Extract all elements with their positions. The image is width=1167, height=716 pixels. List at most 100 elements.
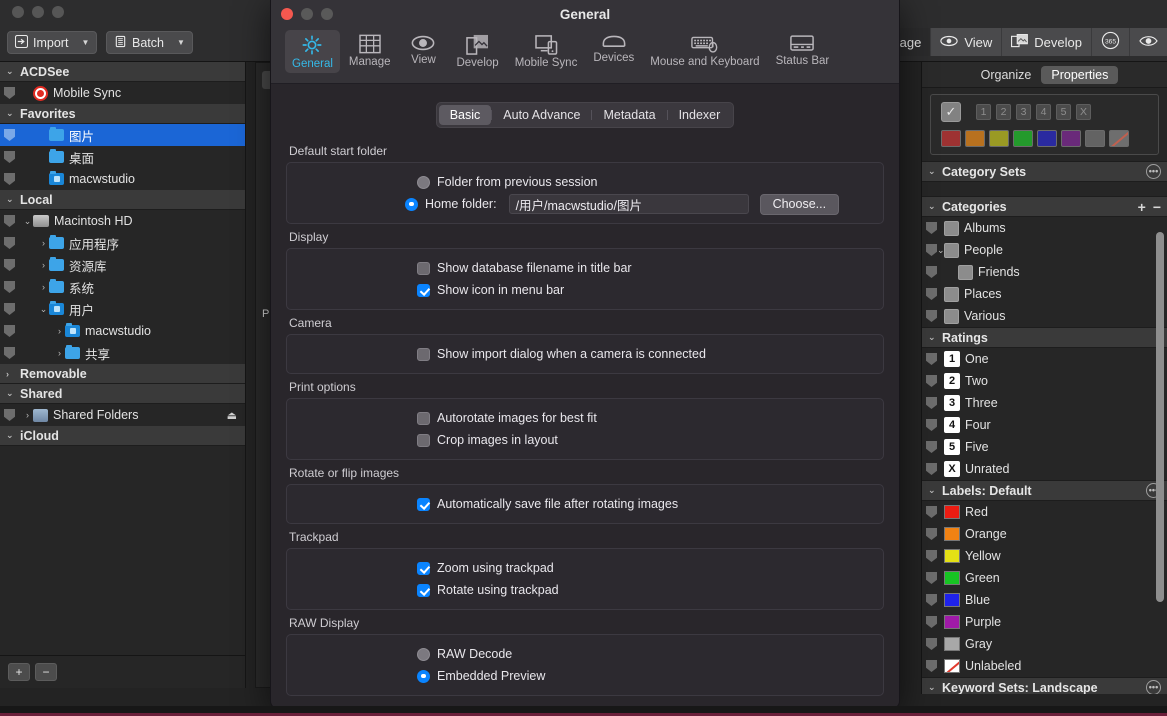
rating-chip-5[interactable]: 5: [1056, 104, 1071, 120]
checkbox-automatically-save-file-after-rotating-images[interactable]: [417, 497, 430, 511]
pref-tool-devices[interactable]: Devices: [586, 30, 641, 67]
category-checkbox[interactable]: [958, 264, 973, 280]
batch-button[interactable]: Batch ▼: [106, 31, 193, 54]
tab-properties[interactable]: Properties: [1041, 65, 1119, 84]
check-chip[interactable]: ✓: [941, 102, 961, 122]
chevron-icon[interactable]: ⌄: [6, 66, 20, 77]
chevron-icon[interactable]: ⌄: [928, 166, 942, 177]
section-header-category-sets[interactable]: ⌄ Category Sets •••: [922, 161, 1167, 182]
sidebar-item-资源库[interactable]: › 资源库: [0, 254, 245, 276]
panel-row-three[interactable]: 3 Three: [922, 392, 1167, 414]
pref-tab-auto-advance[interactable]: Auto Advance: [492, 105, 591, 125]
category-checkbox[interactable]: [944, 308, 959, 324]
panel-row-various[interactable]: Various: [922, 305, 1167, 327]
shield-icon[interactable]: [926, 463, 937, 475]
shield-icon[interactable]: [4, 173, 15, 185]
panel-row-red[interactable]: Red: [922, 501, 1167, 523]
panel-row-gray[interactable]: Gray: [922, 633, 1167, 655]
shield-icon[interactable]: [926, 528, 937, 540]
panel-row-albums[interactable]: Albums: [922, 217, 1167, 239]
maximize-button[interactable]: [52, 6, 64, 18]
panel-row-people[interactable]: ⌄ People: [922, 239, 1167, 261]
sidebar-item-macwstudio[interactable]: › macwstudio: [0, 320, 245, 342]
shield-icon[interactable]: [926, 310, 937, 322]
shield-icon[interactable]: [926, 222, 937, 234]
chevron-down-icon[interactable]: ▼: [81, 38, 89, 47]
rating-chip-1[interactable]: 1: [976, 104, 991, 120]
radio-home-folder[interactable]: [405, 197, 418, 211]
panel-row-places[interactable]: Places: [922, 283, 1167, 305]
category-checkbox[interactable]: [944, 286, 959, 302]
pref-tab-indexer[interactable]: Indexer: [668, 105, 732, 125]
label-swatch-red[interactable]: [944, 505, 960, 519]
remove-category-button[interactable]: −: [1153, 199, 1161, 215]
panel-row-orange[interactable]: Orange: [922, 523, 1167, 545]
dialog-close-button[interactable]: [281, 8, 293, 20]
panel-row-one[interactable]: 1 One: [922, 348, 1167, 370]
panel-row-friends[interactable]: Friends: [922, 261, 1167, 283]
color-chip-7[interactable]: [1109, 130, 1129, 147]
sidebar-item-应用程序[interactable]: › 应用程序: [0, 232, 245, 254]
panel-row-green[interactable]: Green: [922, 567, 1167, 589]
shield-icon[interactable]: [926, 244, 937, 256]
color-chip-2[interactable]: [989, 130, 1009, 147]
rating-chip-X[interactable]: X: [1076, 104, 1091, 120]
add-folder-button[interactable]: +: [8, 663, 30, 681]
disclosure-triangle-icon[interactable]: ⌄: [38, 304, 49, 315]
label-swatch-blue[interactable]: [944, 593, 960, 607]
pref-option-home-folder[interactable]: Home folder: /用户/macwstudio/图片 Choose...: [287, 193, 883, 215]
chevron-down-icon[interactable]: ▼: [177, 38, 185, 47]
shield-icon[interactable]: [4, 151, 15, 163]
chevron-icon[interactable]: ⌄: [6, 108, 20, 119]
properties-panel[interactable]: Organize Properties ✓ 12345X ⌄ Category S…: [921, 62, 1167, 694]
shield-icon[interactable]: [926, 660, 937, 672]
disclosure-triangle-icon[interactable]: ›: [38, 238, 49, 248]
sidebar-group-local[interactable]: ⌄ Local: [0, 190, 245, 210]
tab-organize[interactable]: Organize: [971, 66, 1042, 84]
chevron-icon[interactable]: ⌄: [6, 388, 20, 399]
pref-tab-metadata[interactable]: Metadata: [592, 105, 666, 125]
sidebar-group-favorites[interactable]: ⌄ Favorites: [0, 104, 245, 124]
shield-icon[interactable]: [4, 325, 15, 337]
pref-option-automatically-save-file-after-rotating-images[interactable]: Automatically save file after rotating i…: [287, 493, 883, 515]
shield-icon[interactable]: [4, 303, 15, 315]
disclosure-triangle-icon[interactable]: ›: [54, 348, 65, 358]
minimize-button[interactable]: [32, 6, 44, 18]
folders-sidebar[interactable]: ⌄ ACDSee Mobile Sync ⌄ Favorites 图片 桌面 macwstud…: [0, 62, 246, 655]
pref-option-show-import-dialog-when-a-camera-is-connected[interactable]: Show import dialog when a camera is conn…: [287, 343, 883, 365]
pref-option-autorotate-images-for-best-fit[interactable]: Autorotate images for best fit: [287, 407, 883, 429]
checkbox-crop-images-in-layout[interactable]: [417, 433, 430, 447]
checkbox-zoom-using-trackpad[interactable]: [417, 561, 430, 575]
shield-icon[interactable]: [926, 638, 937, 650]
pref-tab-basic[interactable]: Basic: [438, 105, 492, 125]
properties-scrollbar[interactable]: [1156, 232, 1164, 602]
pref-option-embedded-preview[interactable]: Embedded Preview: [287, 665, 883, 687]
sidebar-item-Mobile Sync[interactable]: Mobile Sync: [0, 82, 245, 104]
rating-chip-2[interactable]: 2: [996, 104, 1011, 120]
shield-icon[interactable]: [4, 237, 15, 249]
rating-badge-X[interactable]: X: [944, 461, 960, 477]
panel-row-four[interactable]: 4 Four: [922, 414, 1167, 436]
color-chip-6[interactable]: [1085, 130, 1105, 147]
category-checkbox[interactable]: [944, 242, 959, 258]
section-header-labels-default[interactable]: ⌄ Labels: Default •••: [922, 480, 1167, 501]
pref-option-show-icon-in-menu-bar[interactable]: Show icon in menu bar: [287, 279, 883, 301]
panel-row-purple[interactable]: Purple: [922, 611, 1167, 633]
shield-icon[interactable]: [4, 129, 15, 141]
sidebar-item-图片[interactable]: 图片: [0, 124, 245, 146]
pref-tool-mouse-and-keyboard[interactable]: Mouse and Keyboard: [643, 30, 766, 71]
section-header-ratings[interactable]: ⌄ Ratings: [922, 327, 1167, 348]
shield-icon[interactable]: [4, 347, 15, 359]
radio-raw-decode[interactable]: [417, 647, 430, 661]
dialog-minimize-button[interactable]: [301, 8, 313, 20]
mode-eye-swirl[interactable]: [1130, 28, 1167, 56]
shield-icon[interactable]: [926, 353, 937, 365]
more-options-icon[interactable]: •••: [1146, 164, 1161, 179]
pref-tool-mobile-sync[interactable]: Mobile Sync: [508, 30, 585, 72]
category-checkbox[interactable]: [944, 220, 959, 236]
panel-row-unlabeled[interactable]: Unlabeled: [922, 655, 1167, 677]
chevron-icon[interactable]: ⌄: [6, 430, 20, 441]
shield-icon[interactable]: [926, 397, 937, 409]
chevron-icon[interactable]: ⌄: [928, 332, 942, 343]
sidebar-group-icloud[interactable]: ⌄ iCloud: [0, 426, 245, 446]
